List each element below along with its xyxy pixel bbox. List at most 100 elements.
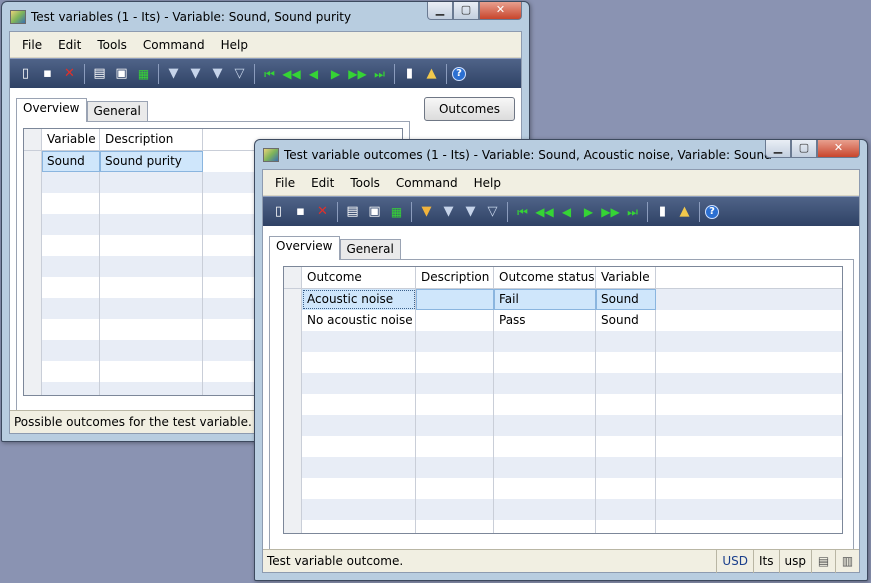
menu-tools[interactable]: Tools (89, 38, 135, 52)
empty-cell[interactable] (42, 298, 100, 319)
empty-cell[interactable] (42, 172, 100, 193)
table-row[interactable] (284, 436, 842, 457)
next-record-icon[interactable]: ▶ (326, 64, 345, 83)
empty-cell[interactable] (494, 499, 596, 520)
row-selector[interactable] (284, 331, 302, 352)
empty-cell[interactable] (494, 373, 596, 394)
tab-overview[interactable]: Overview (16, 98, 87, 122)
previous-page-icon[interactable]: ◀◀ (282, 64, 301, 83)
empty-cell[interactable] (302, 520, 416, 533)
empty-cell[interactable] (302, 415, 416, 436)
next-record-icon[interactable]: ▶ (579, 202, 598, 221)
row-selector[interactable] (24, 172, 42, 193)
empty-cell[interactable] (42, 361, 100, 382)
close-button[interactable]: ✕ (817, 140, 860, 158)
cell-outcome[interactable]: Acoustic noise (302, 289, 416, 310)
empty-cell[interactable] (100, 277, 203, 298)
last-record-icon[interactable]: ⏭ (370, 64, 389, 83)
menu-edit[interactable]: Edit (50, 38, 89, 52)
empty-cell[interactable] (596, 331, 656, 352)
row-selector[interactable] (284, 499, 302, 520)
menu-tools[interactable]: Tools (342, 176, 388, 190)
cell-outcome-status[interactable]: Fail (494, 289, 596, 310)
filter-by-selection-icon[interactable]: ▼ (417, 202, 436, 221)
alert-icon[interactable]: ▲ (422, 64, 441, 83)
empty-cell[interactable] (494, 331, 596, 352)
empty-cell[interactable] (100, 235, 203, 256)
minimize-button[interactable]: ▁ (427, 2, 453, 20)
cell-description[interactable] (416, 310, 494, 331)
empty-cell[interactable] (100, 172, 203, 193)
table-row[interactable] (284, 520, 842, 533)
empty-cell[interactable] (302, 331, 416, 352)
save-icon[interactable]: ▪ (38, 64, 57, 83)
empty-cell[interactable] (42, 214, 100, 235)
menu-command[interactable]: Command (388, 176, 466, 190)
table-row[interactable] (284, 331, 842, 352)
empty-cell[interactable] (302, 478, 416, 499)
empty-cell[interactable] (596, 352, 656, 373)
maximize-button[interactable]: ▢ (791, 140, 817, 158)
tab-general[interactable]: General (339, 239, 401, 259)
empty-cell[interactable] (302, 436, 416, 457)
empty-cell[interactable] (42, 319, 100, 340)
empty-cell[interactable] (596, 520, 656, 533)
row-selector[interactable] (284, 373, 302, 394)
outcomes-button[interactable]: Outcomes (424, 97, 515, 121)
row-selector[interactable] (284, 478, 302, 499)
empty-cell[interactable] (416, 373, 494, 394)
empty-cell[interactable] (596, 415, 656, 436)
empty-cell[interactable] (302, 352, 416, 373)
row-selector[interactable] (24, 277, 42, 298)
cell-outcome[interactable]: No acoustic noise (302, 310, 416, 331)
delete-icon[interactable]: ✕ (313, 202, 332, 221)
row-selector[interactable] (24, 151, 42, 172)
empty-cell[interactable] (596, 436, 656, 457)
new-icon[interactable]: ▯ (269, 202, 288, 221)
first-record-icon[interactable]: ⏮ (260, 64, 279, 83)
empty-cell[interactable] (100, 193, 203, 214)
row-selector[interactable] (24, 298, 42, 319)
filter-by-selection-icon[interactable]: ▼ (164, 64, 183, 83)
row-selector[interactable] (284, 394, 302, 415)
empty-cell[interactable] (596, 457, 656, 478)
empty-cell[interactable] (42, 193, 100, 214)
status-company[interactable]: Its (753, 549, 779, 573)
empty-cell[interactable] (42, 235, 100, 256)
column-header-variable[interactable]: Variable (596, 267, 656, 288)
help-icon[interactable]: ? (705, 204, 719, 219)
empty-cell[interactable] (494, 352, 596, 373)
cell-description[interactable]: Sound purity (100, 151, 203, 172)
menu-file[interactable]: File (14, 38, 50, 52)
empty-cell[interactable] (416, 352, 494, 373)
empty-cell[interactable] (100, 256, 203, 277)
column-header-description[interactable]: Description (100, 129, 203, 150)
row-selector[interactable] (284, 436, 302, 457)
menu-help[interactable]: Help (213, 38, 256, 52)
last-record-icon[interactable]: ⏭ (623, 202, 642, 221)
empty-cell[interactable] (416, 499, 494, 520)
empty-cell[interactable] (100, 298, 203, 319)
status-currency[interactable]: USD (716, 549, 753, 573)
remove-filter-icon[interactable]: ▽ (483, 202, 502, 221)
column-header-outcome[interactable]: Outcome (302, 267, 416, 288)
empty-cell[interactable] (494, 478, 596, 499)
new-icon[interactable]: ▯ (16, 64, 35, 83)
previous-record-icon[interactable]: ◀ (557, 202, 576, 221)
empty-cell[interactable] (416, 520, 494, 533)
row-selector[interactable] (284, 289, 302, 310)
advanced-filter-icon[interactable]: ▼ (208, 64, 227, 83)
empty-cell[interactable] (596, 499, 656, 520)
document-handling-icon[interactable]: ▮ (653, 202, 672, 221)
empty-cell[interactable] (302, 373, 416, 394)
row-selector[interactable] (284, 352, 302, 373)
empty-cell[interactable] (416, 415, 494, 436)
row-selector[interactable] (284, 310, 302, 331)
table-row[interactable] (284, 394, 842, 415)
row-selector[interactable] (284, 520, 302, 533)
first-record-icon[interactable]: ⏮ (513, 202, 532, 221)
empty-cell[interactable] (42, 382, 100, 395)
empty-cell[interactable] (596, 478, 656, 499)
print-icon[interactable]: ▤ (90, 64, 109, 83)
column-header-outcome-status[interactable]: Outcome status (494, 267, 596, 288)
